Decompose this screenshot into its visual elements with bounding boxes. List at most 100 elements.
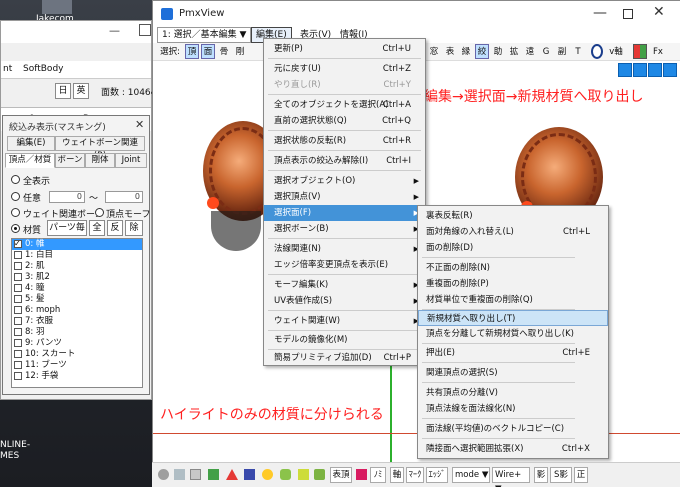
tool-front[interactable]: 表	[443, 44, 457, 59]
vertex-color-icon[interactable]	[208, 469, 219, 480]
tool-v-axis[interactable]: v軸	[605, 44, 627, 59]
material-color-icon[interactable]	[356, 469, 367, 480]
checkbox[interactable]	[14, 317, 22, 325]
menu-item-mirror-model[interactable]: モデルの鏡像化(M)	[264, 332, 425, 348]
menu-item-clear-vertex-filter[interactable]: 頂点表示の絞込み解除(I) Ctrl+I	[264, 153, 425, 169]
submenu-item-split-extract-new-material[interactable]: 頂点を分離して新規材質へ取り出し(K)	[418, 326, 608, 342]
close-icon[interactable]: ✕	[653, 4, 665, 20]
pan-icon[interactable]	[633, 63, 647, 77]
menu-item-uv[interactable]: UV表値作成(S)▶	[264, 293, 425, 309]
menu-item-selected-vertices[interactable]: 選択頂点(V) ▶	[264, 189, 425, 205]
edge-button[interactable]: ｴｯｼﾞ	[426, 467, 448, 483]
select-all-button[interactable]: 全	[89, 220, 105, 236]
submenu-item-select-related-vertices[interactable]: 関連頂点の選択(S)	[418, 365, 608, 381]
tool-help[interactable]: 助	[491, 44, 505, 59]
plane-icon[interactable]	[190, 469, 201, 480]
maximize-icon[interactable]	[623, 9, 633, 19]
radio-show-all[interactable]	[11, 175, 20, 184]
menu-item-morph-edit[interactable]: モーフ編集(K)▶	[264, 277, 425, 293]
radio-weight-bone[interactable]	[11, 208, 20, 217]
menu-item-selected-bones[interactable]: 選択ボーン(B)▶	[264, 221, 425, 237]
list-item[interactable]: 9: パンツ	[12, 338, 142, 349]
grid-icon[interactable]	[633, 44, 647, 59]
list-item[interactable]: 10: スカート	[12, 349, 142, 360]
maximize-icon[interactable]	[139, 24, 151, 36]
morph-icon[interactable]	[314, 469, 325, 480]
tab-edit[interactable]: 編集(E)	[7, 136, 55, 151]
menu-item-invert-selection[interactable]: 選択状態の反転(R) Ctrl+R	[264, 133, 425, 149]
checkbox[interactable]	[14, 350, 22, 358]
submenu-item-extract-new-material[interactable]: 新規材質へ取り出し(T)	[418, 310, 608, 326]
menu-item-add-primitive[interactable]: 簡易プリミティブ追加(D) Ctrl+P	[264, 350, 425, 366]
axis-button[interactable]: 軸	[390, 467, 404, 483]
invert-button[interactable]: 反	[107, 220, 123, 236]
close-icon[interactable]: ✕	[135, 118, 144, 131]
mark-button[interactable]: ﾏｰｸ	[406, 467, 424, 483]
mode-select[interactable]: 1: 選択／基本編集 ▼	[157, 27, 252, 43]
wire-dropdown[interactable]: Wire+ ▼	[492, 467, 530, 487]
triangle-icon[interactable]	[226, 469, 238, 480]
range-start-input[interactable]: 0	[49, 191, 85, 203]
list-item[interactable]: 12: 手袋	[12, 371, 142, 382]
cube-icon[interactable]	[174, 469, 185, 480]
checkbox[interactable]	[14, 295, 22, 303]
material-list[interactable]: 0: 帷 1: 白目 2: 肌 3: 肌2 4: 瞳 5: 髪 6: moph …	[11, 238, 143, 388]
sphere-icon[interactable]	[158, 469, 169, 480]
tool-far[interactable]: 遠	[523, 44, 537, 59]
shadow-button[interactable]: 影	[534, 467, 548, 483]
checkbox[interactable]	[14, 306, 22, 314]
radio-material[interactable]	[11, 224, 20, 233]
checkbox[interactable]	[14, 339, 22, 347]
per-part-button[interactable]: パーツ毎	[47, 220, 87, 236]
en-mode-button[interactable]: 英	[73, 83, 89, 99]
menu-item-softbody[interactable]: SoftBody	[23, 64, 63, 74]
tool-g[interactable]: G	[539, 44, 553, 59]
select-face-toggle[interactable]: 面	[201, 44, 215, 59]
jp-mode-button[interactable]: 日	[55, 83, 71, 99]
minimize-icon[interactable]: —	[109, 24, 123, 38]
checkbox[interactable]	[14, 238, 22, 249]
only-button[interactable]: ﾉﾐ	[370, 467, 386, 483]
submenu-item-copy-face-normal[interactable]: 面法線(平均値)のベクトルコピー(C)	[418, 421, 608, 437]
desktop-app-icon[interactable]	[42, 0, 72, 14]
bone-icon[interactable]	[244, 469, 255, 480]
move-icon[interactable]	[618, 63, 632, 77]
menu-item-previous-selection[interactable]: 直前の選択状態(Q) Ctrl+Q	[264, 113, 425, 129]
tab-vertex-material[interactable]: 頂点／材質	[5, 153, 55, 168]
submenu-item-delete-invalid[interactable]: 不正面の削除(N)	[418, 260, 608, 276]
checkbox[interactable]	[14, 251, 22, 259]
submenu-item-swap-diagonal[interactable]: 面対角線の入れ替え(L) Ctrl+L	[418, 224, 608, 240]
list-item[interactable]: 6: moph	[12, 305, 142, 316]
zoom-icon[interactable]	[648, 63, 662, 77]
list-item[interactable]: 0: 帷	[12, 238, 142, 250]
menu-item-weight[interactable]: ウェイト関連(W)▶	[264, 313, 425, 329]
menu-item-select-all[interactable]: 全てのオブジェクトを選択(A) Ctrl+A	[264, 97, 425, 113]
tab-bone[interactable]: ボーン	[55, 153, 85, 168]
list-item[interactable]: 11: ブーツ	[12, 360, 142, 371]
list-item[interactable]: 3: 肌2	[12, 272, 142, 283]
checkbox[interactable]	[14, 361, 22, 369]
menu-item-selected-faces[interactable]: 選択面(F)▶	[264, 205, 425, 221]
mode-dropdown[interactable]: mode ▼	[452, 467, 490, 483]
rotate-icon[interactable]	[663, 63, 677, 77]
select-bone-toggle[interactable]: 骨	[217, 44, 231, 59]
rigid-icon[interactable]	[280, 469, 291, 480]
radio-arbitrary[interactable]	[11, 192, 20, 201]
light-icon[interactable]	[262, 469, 273, 480]
menu-item-undo[interactable]: 元に戻す(U) Ctrl+Z	[264, 61, 425, 77]
show-vertex-button[interactable]: 表頂	[330, 467, 352, 483]
tool-edge[interactable]: 縁	[459, 44, 473, 59]
submenu-item-delete-duplicate-per-material[interactable]: 材質単位で重複面の削除(Q)	[418, 292, 608, 308]
list-item[interactable]: 8: 羽	[12, 327, 142, 338]
checkbox[interactable]	[14, 262, 22, 270]
tool-zoom[interactable]: 拡	[507, 44, 521, 59]
submenu-item-vertex-normals-to-face[interactable]: 頂点法線を面法線化(N)	[418, 401, 608, 417]
range-end-input[interactable]: 0	[105, 191, 143, 203]
submenu-item-delete-faces[interactable]: 面の削除(D)	[418, 240, 608, 256]
list-item[interactable]: 4: 瞳	[12, 283, 142, 294]
menu-item-nt[interactable]: nt	[3, 64, 12, 74]
submenu-item-extrude[interactable]: 押出(E) Ctrl+E	[418, 345, 608, 361]
tool-t[interactable]: T	[571, 44, 585, 59]
checkbox[interactable]	[14, 372, 22, 380]
menu-item-selected-objects[interactable]: 選択オブジェクト(O) ▶	[264, 173, 425, 189]
